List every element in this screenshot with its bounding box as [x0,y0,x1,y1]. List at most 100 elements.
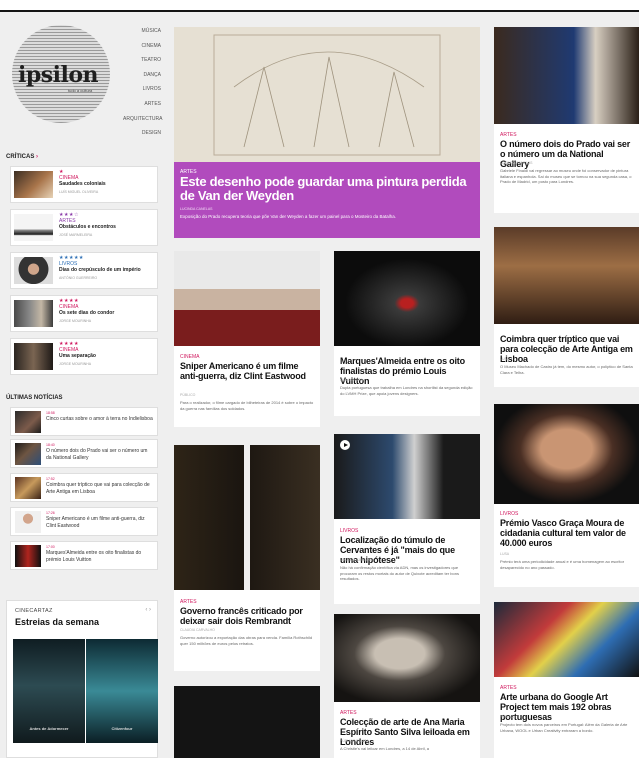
article-image [174,251,320,346]
menu-item-musica[interactable]: Música [123,27,161,42]
article-card-colecao[interactable]: Artes Colecção de arte de Ana Maria Espí… [334,614,480,758]
menu-item-arquitectura[interactable]: Arquitectura [123,115,162,130]
article-category: Artes [340,710,357,716]
article-card-cervantes[interactable]: Livros Localização do túmulo de Cervante… [334,434,480,604]
article-image [174,686,320,758]
article-excerpt: Não há confirmação científica via ADN, m… [340,565,459,581]
article-card-rembrandt[interactable]: Artes Governo francês criticado por deix… [174,445,320,671]
article-author: PÚBLICO [500,715,516,719]
article-category: Artes [180,599,197,605]
article-title[interactable]: Coimbra quer tríptico que vai para colec… [500,334,634,364]
top-bar [0,0,639,12]
article-excerpt: Prémio terá uma periodicidade anual e é … [500,559,625,570]
article-excerpt: Projecto tem dois novos parceiros em Por… [500,722,628,733]
article-card-vasco[interactable]: Livros Prémio Vasco Graça Moura de cidad… [494,404,639,587]
critica-card[interactable]: ★★★★ Cinema Uma separação JORGE MOURINHA [10,338,158,375]
top-rule [0,10,639,12]
menu-item-danca[interactable]: Dança [123,71,161,86]
critica-thumbnail [14,343,53,370]
carousel-arrows-icon[interactable]: ‹ › [145,607,151,613]
article-author: PÚBLICO [180,393,196,397]
article-category: Livros [340,528,359,534]
article-card-prado[interactable]: Artes O número dois do Prado vai ser o n… [494,27,639,213]
critica-thumbnail [14,171,53,198]
article-category: Artes [500,685,517,691]
critica-title: Uma separação [59,353,96,359]
news-item[interactable]: 17:00 Marques'Almeida entre os oito fina… [10,541,158,570]
article-image [334,251,480,346]
article-card-marques[interactable]: Marques'Almeida entre os oito finalistas… [334,251,480,416]
cinecartaz-title: Estreias da semana [15,617,100,627]
article-card-coimbra[interactable]: Coimbra quer tríptico que vai para colec… [494,227,639,387]
critica-thumbnail [14,300,53,327]
movie-poster[interactable]: Antes de Adormecer [13,639,85,743]
article-card-dark[interactable] [174,686,320,758]
menu-item-teatro[interactable]: Teatro [123,56,161,71]
ipsilon-logo[interactable]: ipsilon tudo a cultura [12,25,110,123]
article-image [494,602,639,677]
ultimas-noticias-heading: Últimas notícias [6,395,63,401]
menu-item-livros[interactable]: Livros [123,85,161,100]
news-thumbnail [15,477,41,499]
criticas-heading[interactable]: Críticas › [6,154,38,160]
news-item[interactable]: 17:52 Coimbra quer tríptico que vai para… [10,473,158,502]
chevron-right-icon: › [36,154,39,160]
hero-title[interactable]: Este desenho pode guardar uma pintura pe… [180,175,476,203]
article-image [334,614,480,702]
article-category: Artes [500,132,517,138]
critica-title: Saudades coloniais [59,181,106,187]
menu-item-cinema[interactable]: Cinema [123,42,161,57]
hero-caption-band: Artes Este desenho pode guardar uma pint… [174,162,480,238]
news-thumbnail [15,443,41,465]
article-title[interactable]: Governo francês criticado por deixar sai… [180,606,315,626]
article-title[interactable]: Arte urbana do Google Art Project tem ma… [500,692,634,722]
menu-item-design[interactable]: Design [123,129,161,144]
article-excerpt: A Christie's vai leiloar em Londres, a 1… [340,746,430,751]
critica-author: JORGE MOURINHA [59,319,92,323]
critica-card[interactable]: ★★★★★ Livros Dias do crepúsculo de um im… [10,252,158,289]
critica-card[interactable]: ★★★☆ Artes Obstáculos e encontros JOSÉ M… [10,209,158,246]
news-title: O número dois do Prado vai ser o número … [46,448,148,461]
article-excerpt: Dupla portuguesa que trabalha em Londres… [340,385,473,396]
article-image [334,434,480,519]
news-time: 17:52 [46,477,55,481]
article-title[interactable]: Sniper Americano é um filme anti-guerra,… [180,361,315,381]
news-title: Marques'Almeida entre os oito finalistas… [46,550,142,563]
critica-card[interactable]: ★★★★ Cinema Os sete dias do condor JORGE… [10,295,158,332]
critica-card[interactable]: ★ Cinema Saudades coloniais LUÍS MIGUEL … [10,166,158,203]
news-thumbnail [15,545,41,567]
article-image [494,404,639,504]
section-menu: Música Cinema Teatro Dança Livros Artes … [123,27,162,144]
logo-wordmark: ipsilon [18,62,99,88]
article-category: Livros [500,511,519,517]
critica-title: Os sete dias do condor [59,310,115,316]
critica-thumbnail [14,214,53,241]
critica-author: JOSÉ MARMELEIRA [59,233,93,237]
critica-author: JORGE MOURINHA [59,362,92,366]
article-author: LUCINDA CANELAS [340,558,373,562]
critica-title: Obstáculos e encontros [59,224,116,230]
hero-article[interactable]: Artes Este desenho pode guardar uma pint… [174,27,480,238]
news-thumbnail [15,411,41,433]
news-item[interactable]: 17:26 Sniper Americano é um filme anti-g… [10,507,158,536]
menu-item-artes[interactable]: Artes [123,100,161,115]
article-card-google[interactable]: Artes Arte urbana do Google Art Project … [494,602,639,758]
article-card-sniper[interactable]: Cinema Sniper Americano é um filme anti-… [174,251,320,427]
movie-poster[interactable]: Citizenfour [86,639,158,743]
critica-author: ANTÓNIO GUERREIRO [59,276,98,280]
news-item[interactable]: 18:58 Cinco curtas sobre o amor à terra … [10,407,158,436]
article-excerpt: Governo autorizou a exportação das obras… [180,635,313,646]
article-category: Cinema [180,354,200,360]
hero-author: LUCINDA CANELAS [180,207,213,211]
article-image [494,27,639,124]
logo-tagline: tudo a cultura [68,88,93,93]
news-time: 18:40 [46,443,55,447]
article-title[interactable]: Prémio Vasco Graça Moura de cidadania cu… [500,518,634,548]
play-video-icon[interactable] [340,440,350,450]
article-image [494,227,639,324]
news-title: Coimbra quer tríptico que vai para colec… [46,482,150,495]
poster-title: Antes de Adormecer [29,726,69,731]
article-excerpt: Gabriele Finaldi vai regressar ao museu … [500,168,632,184]
poster-title: Citizenfour [111,726,133,731]
news-item[interactable]: 18:40 O número dois do Prado vai ser o n… [10,439,158,468]
